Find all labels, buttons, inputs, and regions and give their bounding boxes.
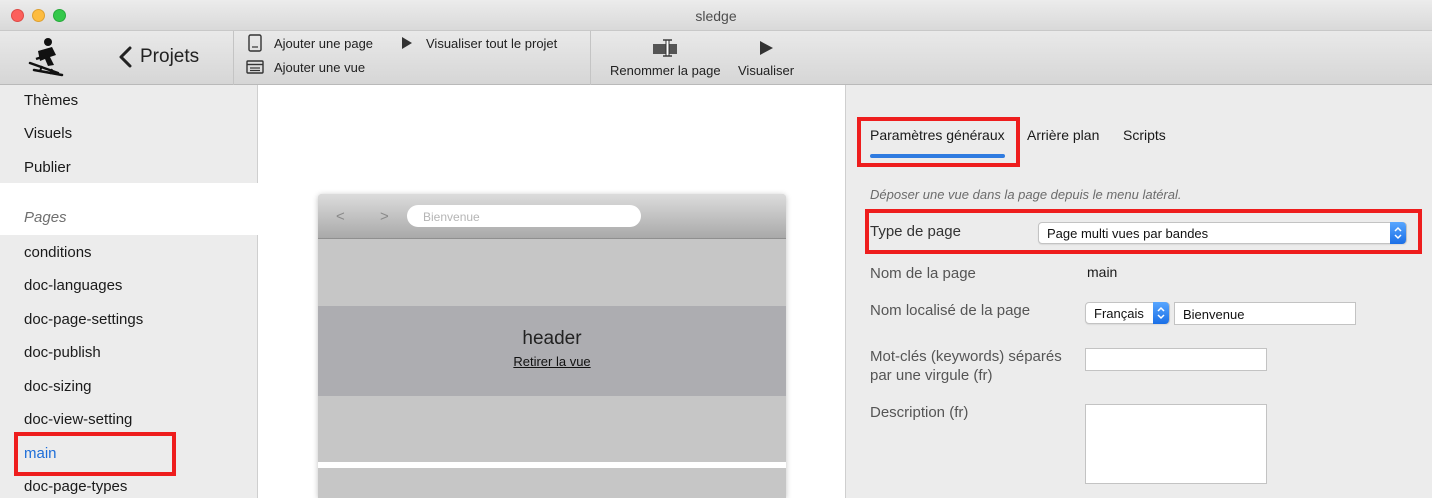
tab-background[interactable]: Arrière plan (1027, 127, 1099, 143)
tab-general-settings[interactable]: Paramètres généraux (870, 127, 1005, 143)
description-label: Description (fr) (870, 404, 969, 421)
page-type-select[interactable]: Page multi vues par bandes (1038, 222, 1407, 244)
keywords-label: Mot-clés (keywords) séparés par une virg… (870, 347, 1062, 385)
drop-view-hint: Déposer une vue dans la page depuis le m… (870, 187, 1182, 202)
chevron-left-icon (119, 46, 132, 68)
sidebar-item-visuals[interactable]: Visuels (24, 125, 72, 142)
tab-scripts[interactable]: Scripts (1123, 127, 1166, 143)
rename-page-label: Renommer la page (610, 63, 721, 78)
sidebar-page-item[interactable]: doc-page-types (24, 478, 127, 495)
rename-page-button[interactable]: Renommer la page (610, 37, 721, 78)
sidebar-section-title: Pages (24, 209, 67, 226)
preview-button[interactable]: Visualiser (738, 37, 794, 78)
sidebar-page-item[interactable]: doc-languages (24, 277, 122, 294)
keywords-label-line1: Mot-clés (keywords) séparés (870, 348, 1062, 365)
select-arrows-icon (1390, 222, 1406, 244)
header-view-band[interactable]: header Retirer la vue (318, 306, 786, 396)
page-name-value: main (1087, 264, 1118, 280)
remove-view-link[interactable]: Retirer la vue (318, 354, 786, 369)
sidebar-page-item[interactable]: doc-sizing (24, 378, 92, 395)
language-select[interactable]: Français (1085, 302, 1170, 324)
add-view-label: Ajouter une vue (274, 59, 366, 75)
sidebar-page-item-active[interactable]: main (24, 445, 57, 462)
page-canvas: < > Bienvenue header Retirer la vue (259, 85, 845, 498)
select-arrows-icon (1153, 302, 1169, 324)
toolbar-divider (233, 31, 234, 85)
band-divider (318, 462, 786, 468)
description-textarea[interactable] (1085, 404, 1267, 484)
preview-url-field: Bienvenue (407, 205, 641, 227)
preview-back-button[interactable]: < (336, 208, 345, 225)
add-view-button[interactable]: Ajouter une vue (246, 58, 365, 76)
preview-label: Visualiser (738, 63, 795, 78)
rename-icon (652, 37, 678, 59)
sledge-logo-icon (28, 38, 64, 77)
page-type-value: Page multi vues par bandes (1047, 226, 1209, 241)
back-button-label: Projets (140, 46, 200, 67)
localized-name-input[interactable]: Bienvenue (1174, 302, 1356, 325)
sidebar-page-item[interactable]: doc-publish (24, 344, 101, 361)
localized-name-label: Nom localisé de la page (870, 302, 1031, 319)
play-icon (758, 37, 774, 59)
app-window: sledge Projets Ajouter une page Ajouter … (0, 0, 1432, 498)
page-name-label: Nom de la page (870, 265, 976, 282)
add-page-button[interactable]: Ajouter une page (246, 34, 373, 52)
keywords-input[interactable] (1085, 348, 1267, 371)
sidebar: Thèmes Visuels Publier Pages conditions … (0, 85, 258, 498)
toolbar-divider (590, 31, 591, 85)
sidebar-item-themes[interactable]: Thèmes (24, 92, 78, 109)
back-to-projects-button[interactable]: Projets (118, 42, 199, 72)
header-view-title: header (522, 328, 582, 349)
add-page-label: Ajouter une page (274, 35, 374, 51)
page-preview: < > Bienvenue header Retirer la vue (318, 194, 786, 498)
active-tab-indicator (870, 154, 1005, 158)
language-value: Français (1094, 306, 1144, 321)
title-bar: sledge (0, 0, 1432, 31)
window-title: sledge (695, 8, 737, 24)
view-icon (246, 58, 264, 76)
page-type-label: Type de page (870, 223, 961, 240)
toolbar: Projets Ajouter une page Ajouter une vue… (0, 31, 1432, 85)
preview-forward-button[interactable]: > (380, 208, 389, 225)
play-icon (398, 34, 416, 52)
page-icon (246, 34, 264, 52)
sidebar-page-item[interactable]: doc-view-setting (24, 411, 132, 428)
sidebar-page-item[interactable]: conditions (24, 244, 92, 261)
preview-project-label: Visualiser tout le projet (426, 35, 558, 51)
keywords-label-line2: par une virgule (fr) (870, 367, 993, 384)
preview-browser-bar: < > Bienvenue (318, 194, 786, 239)
preview-project-button[interactable]: Visualiser tout le projet (398, 34, 557, 52)
sidebar-page-item[interactable]: doc-page-settings (24, 311, 143, 328)
inspector-panel: Paramètres généraux Arrière plan Scripts… (845, 85, 1432, 498)
sidebar-item-publish[interactable]: Publier (24, 159, 71, 176)
